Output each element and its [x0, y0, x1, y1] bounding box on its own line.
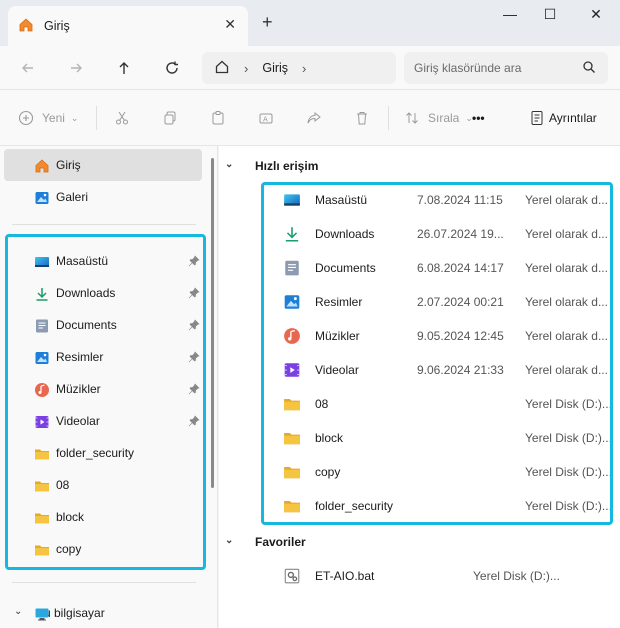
divider — [12, 582, 196, 583]
section-favorites[interactable]: ⌄ Favoriler — [225, 535, 306, 549]
close-window-button[interactable]: ✕ — [582, 6, 610, 26]
batch-file-icon — [283, 567, 301, 588]
content-pane: ⌄ Hızlı erişim Masaüstü 7.08.2024 11:15 … — [219, 146, 620, 628]
sidebar-item-home[interactable]: Giriş — [4, 149, 202, 181]
new-label: Yeni — [42, 111, 65, 125]
navigation-bar: › Giriş › Giriş klasöründe ara — [0, 46, 620, 90]
clipboard-icon — [212, 111, 224, 125]
chevron-right-icon[interactable]: › — [244, 61, 248, 76]
rename-icon: A — [259, 113, 273, 124]
share-button[interactable] — [306, 108, 322, 128]
home-outline-icon[interactable] — [214, 59, 230, 78]
close-tab-icon[interactable]: ✕ — [224, 16, 236, 33]
back-arrow-icon[interactable] — [16, 56, 40, 80]
sort-icon — [406, 112, 418, 124]
highlight-box — [5, 234, 206, 570]
maximize-button[interactable]: ☐ — [536, 6, 564, 26]
new-tab-button[interactable]: + — [262, 12, 273, 33]
copy-button[interactable] — [162, 108, 178, 128]
up-arrow-icon[interactable] — [112, 56, 136, 80]
section-title: Favoriler — [255, 535, 306, 549]
command-bar: Yeni ⌄ A Sırala ⌄ ••• Ayrıntılar — [0, 90, 620, 146]
list-item[interactable]: ET-AIO.bat Yerel Disk (D:)... — [269, 559, 615, 593]
add-icon — [18, 110, 34, 126]
chevron-down-icon[interactable]: ⌄ — [225, 159, 233, 170]
address-bar[interactable]: › Giriş › — [202, 52, 396, 84]
scissors-icon — [116, 111, 128, 125]
svg-text:A: A — [263, 116, 268, 124]
chevron-down-icon[interactable]: ⌄ — [225, 535, 233, 546]
sidebar-item-this-pc[interactable]: ⌄ Bu bilgisayar — [4, 597, 202, 628]
delete-button[interactable] — [354, 108, 370, 128]
home-icon — [18, 17, 34, 36]
section-quick-access[interactable]: ⌄ Hızlı erişim — [225, 159, 319, 173]
new-button[interactable]: Yeni ⌄ — [18, 108, 78, 128]
navigation-pane: Giriş Galeri Masaüstü Downloads Document… — [0, 146, 218, 628]
chevron-down-icon: ⌄ — [70, 112, 79, 123]
trash-icon — [357, 112, 367, 125]
title-bar: Giriş ✕ + — ☐ ✕ — [0, 0, 620, 46]
highlight-box — [261, 182, 613, 525]
tab-label: Giriş — [44, 19, 70, 33]
sidebar-item-gallery[interactable]: Galeri — [4, 181, 202, 213]
sidebar-item-label: Giriş — [56, 158, 81, 172]
refresh-icon[interactable] — [160, 56, 184, 80]
tab-home[interactable]: Giriş ✕ — [8, 6, 248, 46]
item-name: ET-AIO.bat — [315, 569, 375, 583]
more-options-button[interactable]: ••• — [472, 108, 485, 128]
details-label: Ayrıntılar — [549, 111, 597, 125]
details-icon — [531, 111, 543, 125]
details-button[interactable]: Ayrıntılar — [530, 108, 597, 128]
divider — [12, 224, 196, 225]
search-input[interactable]: Giriş klasöründe ara — [404, 52, 608, 84]
forward-arrow-icon[interactable] — [64, 56, 88, 80]
search-icon — [582, 60, 596, 77]
sort-button[interactable]: Sırala ⌄ — [404, 108, 473, 128]
item-location: Yerel Disk (D:)... — [473, 569, 560, 583]
sidebar-item-label: Galeri — [56, 190, 89, 204]
rename-button[interactable]: A — [258, 108, 274, 128]
computer-icon — [34, 606, 50, 625]
home-icon — [34, 158, 50, 177]
share-icon — [307, 111, 321, 124]
sort-label: Sırala — [428, 111, 460, 125]
gallery-icon — [34, 190, 50, 209]
paste-button[interactable] — [210, 108, 226, 128]
cut-button[interactable] — [114, 108, 130, 128]
sidebar-scrollbar[interactable] — [211, 158, 214, 488]
section-title: Hızlı erişim — [255, 159, 319, 173]
chevron-down-icon[interactable]: ⌄ — [14, 606, 22, 617]
search-placeholder: Giriş klasöründe ara — [414, 61, 522, 75]
chevron-right-icon[interactable]: › — [302, 61, 306, 76]
breadcrumb-home[interactable]: Giriş — [262, 61, 288, 75]
copy-icon — [164, 111, 176, 125]
divider — [388, 106, 389, 130]
minimize-button[interactable]: — — [496, 6, 524, 26]
divider — [96, 106, 97, 130]
